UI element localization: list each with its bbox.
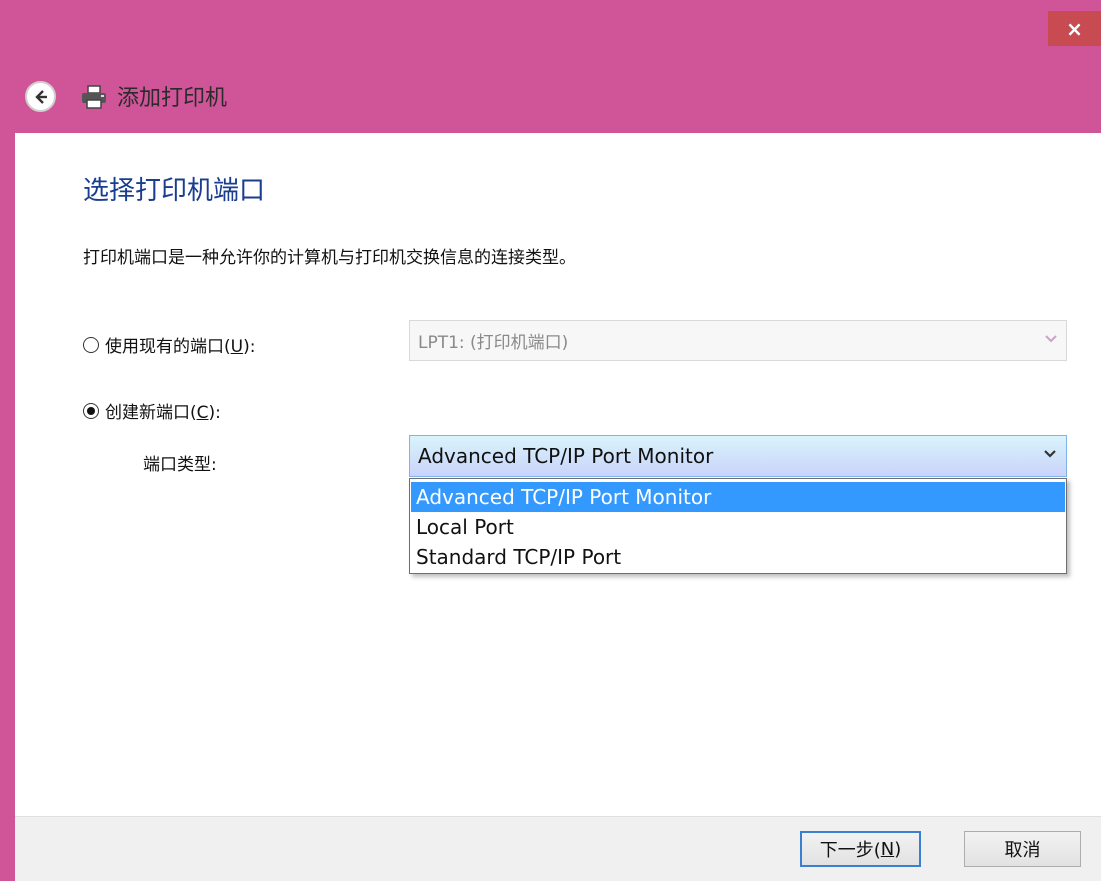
- port-type-dropdown-list: Advanced TCP/IP Port Monitor Local Port …: [409, 478, 1067, 574]
- cancel-button[interactable]: 取消: [964, 831, 1081, 867]
- window-title: 添加打印机: [117, 86, 228, 111]
- page-heading: 选择打印机端口: [83, 176, 266, 206]
- radio-button-checked[interactable]: [83, 402, 99, 419]
- page-description: 打印机端口是一种允许你的计算机与打印机交换信息的连接类型。: [83, 248, 576, 268]
- chevron-down-icon: [1045, 335, 1057, 343]
- dropdown-option-advanced-tcpip[interactable]: Advanced TCP/IP Port Monitor: [411, 482, 1065, 512]
- use-existing-port-label: 使用现有的端口(U):: [105, 337, 256, 357]
- port-type-value: Advanced TCP/IP Port Monitor: [418, 444, 714, 468]
- back-button[interactable]: [25, 81, 56, 112]
- next-button[interactable]: 下一步(N): [800, 831, 921, 867]
- close-icon: ×: [1066, 16, 1083, 41]
- create-new-port-radio[interactable]: 创建新端口(C):: [83, 398, 221, 423]
- existing-port-value: LPT1: (打印机端口): [418, 333, 569, 353]
- dropdown-option-local-port[interactable]: Local Port: [411, 512, 1065, 542]
- port-type-label: 端口类型:: [143, 455, 217, 475]
- wizard-footer: [15, 816, 1101, 881]
- back-arrow-icon: [34, 89, 47, 104]
- existing-port-select: LPT1: (打印机端口): [409, 320, 1067, 361]
- chevron-down-icon: [1044, 450, 1056, 458]
- use-existing-port-radio[interactable]: 使用现有的端口(U):: [83, 332, 255, 357]
- title-bar: × 添加打印机: [0, 0, 1101, 133]
- add-printer-window: × 添加打印机 选择打印机端口 打印机端口是一种允许你的计算机与打印机交换信息的…: [0, 0, 1101, 881]
- printer-icon: [82, 85, 106, 109]
- port-type-select[interactable]: Advanced TCP/IP Port Monitor: [409, 435, 1067, 477]
- create-new-port-label: 创建新端口(C):: [105, 403, 221, 423]
- radio-button-unchecked[interactable]: [83, 336, 99, 353]
- close-button[interactable]: ×: [1048, 11, 1101, 46]
- dropdown-option-standard-tcpip[interactable]: Standard TCP/IP Port: [411, 542, 1065, 572]
